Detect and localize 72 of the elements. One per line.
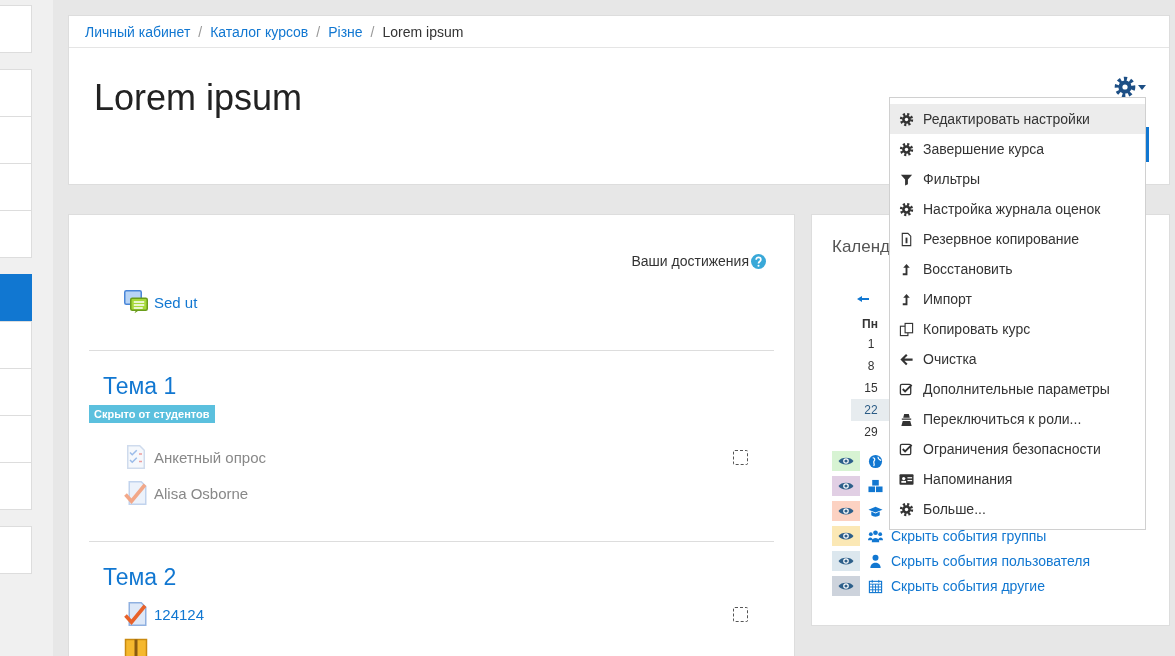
hide-events-link[interactable]: Скрыть события группы [891, 528, 1047, 544]
hidden-badge: Скрыто от студентов [89, 405, 215, 423]
calendar-day[interactable]: 22 [851, 399, 891, 421]
id-card-icon [899, 471, 914, 487]
section-title[interactable]: Тема 2 [103, 562, 774, 592]
weekday-header: Пн [862, 317, 878, 331]
menu-item[interactable]: Больше... [890, 494, 1145, 524]
breadcrumb-separator: / [316, 23, 321, 40]
calendar-title: Календ [832, 237, 891, 257]
checklist-document-icon [124, 445, 148, 469]
checkbox-icon [899, 381, 914, 397]
menu-item[interactable]: Резервное копирование [890, 224, 1145, 254]
page-title: Lorem ipsum [94, 76, 303, 120]
section-title[interactable]: Тема 1 [103, 371, 774, 401]
menu-item[interactable]: Напоминания [890, 464, 1145, 494]
menu-item[interactable]: Очистка [890, 344, 1145, 374]
completion-checkbox[interactable] [733, 449, 748, 465]
menu-item[interactable]: Настройка журнала оценок [890, 194, 1145, 224]
eye-toggle[interactable] [832, 576, 860, 596]
activity-link[interactable]: 124124 [154, 605, 205, 623]
checkmark-document-icon [124, 602, 148, 626]
calendar-day[interactable]: 29 [851, 421, 891, 443]
menu-item[interactable]: Дополнительные параметры [890, 374, 1145, 404]
users-icon [868, 528, 883, 544]
nav-item[interactable] [0, 274, 32, 322]
completion-checkbox[interactable] [733, 606, 748, 622]
gear-icon [899, 201, 914, 217]
calendar-icon [868, 578, 883, 594]
menu-item[interactable]: Редактировать настройки [890, 104, 1145, 134]
eye-toggle[interactable] [832, 551, 860, 571]
menu-item[interactable]: Импорт [890, 284, 1145, 314]
hide-events-link[interactable]: Скрыть события пользователя [891, 553, 1091, 569]
menu-item[interactable]: Восстановить [890, 254, 1145, 284]
eye-toggle[interactable] [832, 451, 860, 471]
calendar-day[interactable]: 15 [851, 377, 891, 399]
checkbox-icon [899, 441, 914, 457]
settings-menu-button[interactable] [1114, 76, 1146, 98]
help-icon[interactable] [751, 253, 766, 269]
eye-toggle[interactable] [832, 501, 860, 521]
calendar-day[interactable]: 1 [851, 333, 891, 355]
globe-icon [868, 453, 883, 469]
menu-item[interactable]: Переключиться к роли... [890, 404, 1145, 434]
cubes-icon [868, 478, 883, 494]
arrow-left-icon [899, 351, 914, 367]
breadcrumb-current: Lorem ipsum [382, 23, 464, 40]
menu-item[interactable]: Фильтры [890, 164, 1145, 194]
hide-events-link[interactable]: Скрыть события другие [891, 578, 1045, 594]
copy-icon [899, 321, 914, 337]
eye-toggle[interactable] [832, 526, 860, 546]
gear-icon [899, 111, 914, 127]
menu-item[interactable]: Завершение курса [890, 134, 1145, 164]
checkmark-document-icon [124, 481, 148, 505]
user-icon [868, 553, 883, 569]
eye-toggle[interactable] [832, 476, 860, 496]
breadcrumb-link[interactable]: Личный кабинет [85, 23, 191, 40]
breadcrumb-separator: / [370, 23, 375, 40]
achievements-label: Ваши достижения [631, 253, 749, 269]
breadcrumb-separator: / [198, 23, 203, 40]
menu-item[interactable]: Ограничения безопасности [890, 434, 1145, 464]
activity-link[interactable]: Sed ut [154, 293, 198, 311]
menu-item[interactable]: Копировать курс [890, 314, 1145, 344]
breadcrumb-link[interactable]: Каталог курсов [210, 23, 309, 40]
activity-link[interactable]: Alisa Osborne [154, 484, 249, 502]
spy-icon [899, 411, 914, 427]
breadcrumb-link[interactable]: Різне [328, 23, 363, 40]
document-icon [899, 231, 914, 247]
gear-icon [899, 141, 914, 157]
caret-icon [1138, 84, 1146, 90]
calendar-day[interactable]: 8 [851, 355, 891, 377]
chat-bubbles-icon [124, 290, 148, 314]
activity-link[interactable]: Анкетный опрос [154, 448, 266, 466]
gear-icon [899, 501, 914, 517]
